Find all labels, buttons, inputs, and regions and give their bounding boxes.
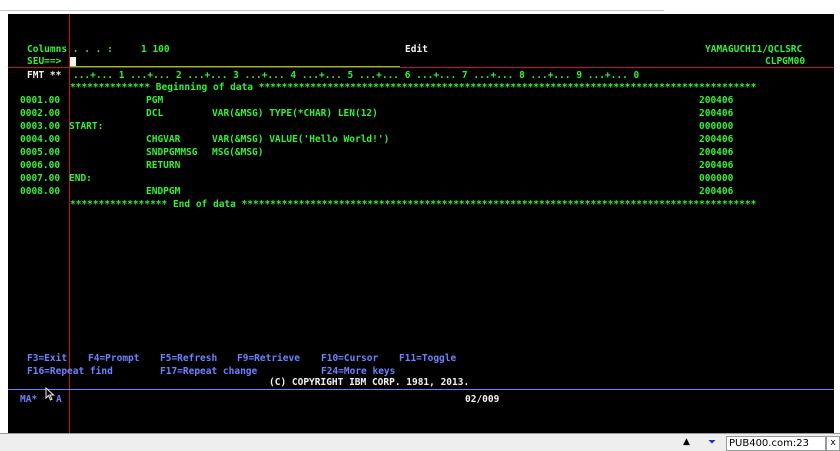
line-cmd[interactable]: PGM [146, 95, 163, 106]
mode-title: Edit [405, 44, 428, 55]
f16-repeat-find-key[interactable]: F16=Repeat find [27, 366, 113, 377]
line-params[interactable]: VAR(&MSG) VALUE('Hello World!') [212, 134, 389, 145]
cursor-position: 02/009 [465, 394, 500, 405]
f17-repeat-change-key[interactable]: F17=Repeat change [160, 366, 257, 377]
close-icon[interactable]: x [826, 436, 840, 451]
seu-command-input[interactable] [70, 57, 76, 66]
header-separator [8, 67, 834, 68]
f10-cursor-key[interactable]: F10=Cursor [321, 353, 378, 364]
host-address-field[interactable]: PUB400.com:23 [726, 436, 826, 451]
line-seq[interactable]: 0004.00 [20, 134, 60, 145]
line-seq[interactable]: 0001.00 [20, 95, 60, 106]
f5-refresh-key[interactable]: F5=Refresh [160, 353, 217, 364]
columns-label: Columns . . . : [27, 44, 113, 55]
begin-data-marker: ************** Beginning of data *******… [70, 82, 757, 93]
taskbar: ▲ ⏷ PUB400.com:23 x [0, 433, 840, 451]
line-date: 200406 [699, 186, 734, 197]
line-seq[interactable]: 0008.00 [20, 186, 60, 197]
f4-prompt-key[interactable]: F4=Prompt [88, 353, 139, 364]
line-seq[interactable]: 0003.00 [20, 121, 60, 132]
line-cmd[interactable]: ENDPGM [146, 186, 180, 197]
f24-more-keys-key[interactable]: F24=More keys [321, 366, 395, 377]
line-label[interactable]: START: [69, 121, 103, 132]
terminal-screen[interactable]: Columns . . . : 1 100 Edit YAMAGUCHI1/QC… [8, 14, 834, 433]
line-date: 200406 [699, 95, 734, 106]
f3-exit-key[interactable]: F3=Exit [27, 353, 67, 364]
status-separator [8, 389, 834, 390]
line-seq[interactable]: 0006.00 [20, 160, 60, 171]
line-date: 000000 [699, 121, 734, 132]
line-cmd[interactable]: DCL [146, 108, 163, 119]
line-seq[interactable]: 0005.00 [20, 147, 60, 158]
seu-prompt: SEU==> [27, 56, 62, 67]
line-date: 200406 [699, 108, 734, 119]
line-params[interactable]: MSG(&MSG) [212, 147, 263, 158]
line-cmd[interactable]: SNDPGMMSG [146, 147, 197, 158]
member-name: CLPGM00 [765, 56, 806, 67]
line-params[interactable]: VAR(&MSG) TYPE(*CHAR) LEN(12) [212, 108, 378, 119]
mouse-pointer-icon [45, 387, 55, 401]
line-label[interactable]: END: [69, 173, 92, 184]
end-data-marker: ***************** End of data **********… [70, 199, 757, 210]
line-date: 000000 [699, 173, 734, 184]
fmt-label: FMT ** [27, 70, 62, 81]
dropdown-arrow-icon[interactable]: ▲ [683, 437, 690, 447]
line-cmd[interactable]: RETURN [146, 160, 180, 171]
column-ruler: ...+... 1 ...+... 2 ...+... 3 ...+... 4 … [73, 70, 640, 81]
library-file: YAMAGUCHI1/QCLSRC [705, 44, 803, 55]
line-date: 200406 [699, 134, 734, 145]
insert-mode-indicator: A [56, 394, 62, 405]
f9-retrieve-key[interactable]: F9=Retrieve [237, 353, 300, 364]
line-seq[interactable]: 0002.00 [20, 108, 60, 119]
columns-value: 1 100 [141, 44, 170, 55]
line-seq[interactable]: 0007.00 [20, 173, 60, 184]
line-cmd[interactable]: CHGVAR [146, 134, 180, 145]
status-indicator: MA* [20, 394, 38, 405]
line-date: 200406 [699, 160, 734, 171]
window-top-strip [0, 0, 840, 14]
line-date: 200406 [699, 147, 734, 158]
copyright-notice: (C) COPYRIGHT IBM CORP. 1981, 2013. [269, 377, 470, 388]
f11-toggle-key[interactable]: F11=Toggle [399, 353, 456, 364]
connection-flag-icon[interactable]: ⏷ [708, 437, 716, 448]
